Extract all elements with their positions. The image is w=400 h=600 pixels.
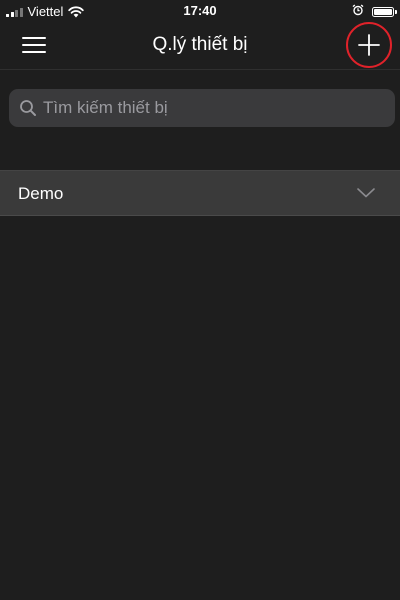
search-bar[interactable] bbox=[9, 89, 395, 127]
group-label: Demo bbox=[18, 184, 64, 203]
plus-icon bbox=[358, 34, 380, 56]
search-icon bbox=[19, 99, 37, 117]
search-input[interactable] bbox=[43, 98, 395, 118]
device-management-screen: Viettel 17:40 Q.lý thiết bị Tìm kiếm thi… bbox=[0, 0, 400, 600]
alarm-icon bbox=[352, 4, 364, 19]
battery-icon bbox=[372, 6, 397, 17]
chevron-down-icon[interactable] bbox=[357, 188, 375, 198]
nav-bar: Q.lý thiết bị bbox=[0, 22, 400, 70]
status-time: 17:40 bbox=[183, 3, 217, 18]
device-group-demo[interactable]: Demo bbox=[0, 170, 400, 216]
status-bar: Viettel 17:40 bbox=[0, 0, 400, 22]
status-right bbox=[352, 4, 397, 19]
page-title: Q.lý thiết bị bbox=[152, 34, 248, 55]
add-device-button[interactable] bbox=[344, 22, 392, 70]
